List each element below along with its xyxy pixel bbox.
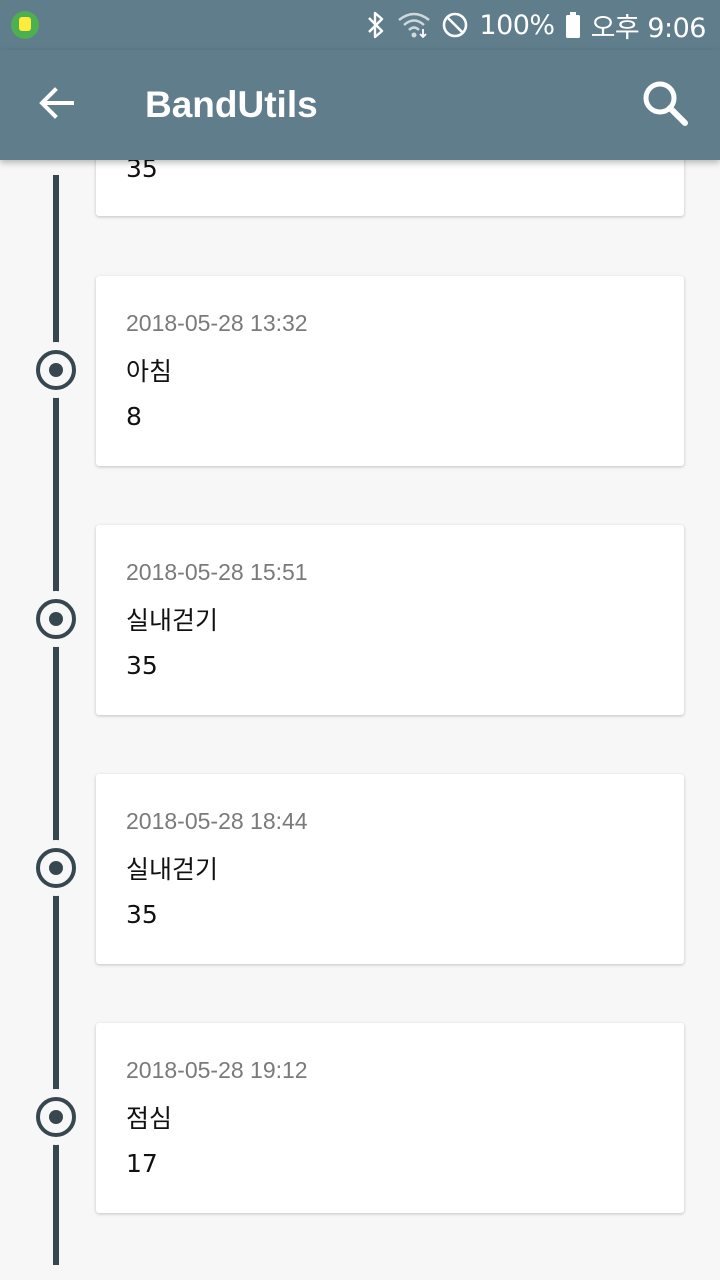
status-icons: 100% 오후 9:06 <box>365 0 707 50</box>
timeline-card[interactable]: 2018-05-28 18:44 실내걷기 35 <box>96 774 684 964</box>
wifi-icon <box>397 11 431 39</box>
card-title: 점심 <box>126 1104 173 1133</box>
app-title: BandUtils <box>145 84 318 125</box>
status-bar: 100% 오후 9:06 <box>0 0 720 50</box>
back-button[interactable] <box>28 77 84 133</box>
timeline-card[interactable]: 2018-05-28 13:32 아침 8 <box>96 276 684 466</box>
timeline-card[interactable]: 2018-05-28 15:51 실내걷기 35 <box>96 525 684 715</box>
status-time: 오후 9:06 <box>590 12 707 44</box>
card-value: 17 <box>126 1149 158 1178</box>
timeline-node <box>36 350 76 390</box>
card-date: 2018-05-28 18:44 <box>126 808 308 834</box>
card-title: 실내걷기 <box>126 606 219 635</box>
timeline-node <box>36 599 76 639</box>
battery-icon <box>565 11 581 39</box>
timeline-node <box>36 848 76 888</box>
card-date: 2018-05-28 19:12 <box>126 1057 308 1083</box>
arrow-back-icon <box>38 85 74 125</box>
card-date: 2018-05-28 13:32 <box>126 310 308 336</box>
card-value: 35 <box>126 900 158 929</box>
bluetooth-icon <box>365 10 387 40</box>
timeline-node <box>36 1097 76 1137</box>
card-date: 2018-05-28 15:51 <box>126 559 308 585</box>
do-not-disturb-icon <box>441 11 469 39</box>
card-value: 35 <box>126 651 158 680</box>
screen: 100% 오후 9:06 BandUtils 35 2018-05-28 13:… <box>0 0 720 1280</box>
card-title: 실내걷기 <box>126 855 219 884</box>
battery-percent: 100% <box>479 9 555 41</box>
app-notification-icon <box>11 11 39 39</box>
timeline-card[interactable]: 2018-05-28 19:12 점심 17 <box>96 1023 684 1213</box>
search-button[interactable] <box>636 76 694 134</box>
app-bar: BandUtils <box>0 50 720 160</box>
card-value: 8 <box>126 402 142 431</box>
card-title: 아침 <box>126 357 173 386</box>
search-icon <box>640 78 690 132</box>
